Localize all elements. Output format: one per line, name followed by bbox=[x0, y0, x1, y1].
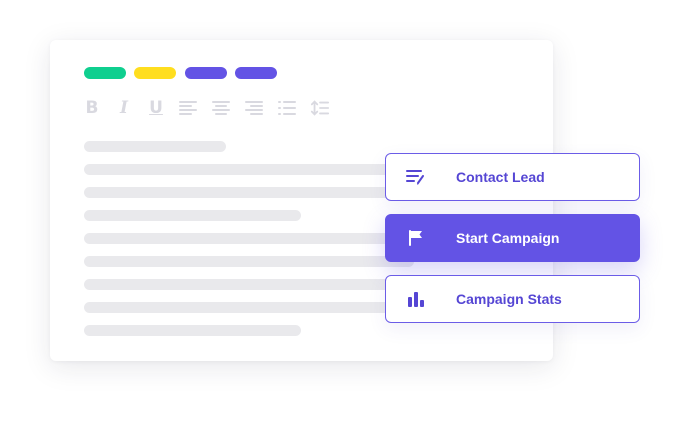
start-campaign-label: Start Campaign bbox=[456, 230, 560, 246]
contact-lead-label: Contact Lead bbox=[456, 169, 545, 185]
placeholder-line bbox=[84, 187, 414, 198]
line-height-icon[interactable] bbox=[310, 96, 330, 120]
align-center-icon[interactable] bbox=[211, 96, 231, 120]
placeholder-line bbox=[84, 256, 414, 267]
contact-lead-button[interactable]: Contact Lead bbox=[385, 153, 640, 201]
placeholder-line bbox=[84, 279, 414, 290]
underline-icon[interactable]: U bbox=[146, 96, 166, 120]
color-tag-yellow[interactable] bbox=[134, 67, 176, 79]
placeholder-line bbox=[84, 325, 301, 336]
bar-chart-icon bbox=[406, 289, 426, 309]
align-right-icon[interactable] bbox=[244, 96, 264, 120]
bold-icon[interactable]: B bbox=[82, 96, 102, 120]
align-left-icon[interactable] bbox=[178, 96, 198, 120]
placeholder-line bbox=[84, 233, 414, 244]
bulleted-list-icon[interactable] bbox=[277, 96, 297, 120]
placeholder-line bbox=[84, 141, 226, 152]
start-campaign-button[interactable]: Start Campaign bbox=[385, 214, 640, 262]
color-tag-purple-2[interactable] bbox=[235, 67, 277, 79]
placeholder-line bbox=[84, 302, 414, 313]
color-tag-purple[interactable] bbox=[185, 67, 227, 79]
placeholder-line bbox=[84, 164, 414, 175]
campaign-stats-label: Campaign Stats bbox=[456, 291, 562, 307]
placeholder-line bbox=[84, 210, 301, 221]
italic-icon[interactable]: I bbox=[114, 96, 134, 120]
bold-label: B bbox=[85, 98, 99, 118]
color-tag-green[interactable] bbox=[84, 67, 126, 79]
edit-list-icon bbox=[406, 167, 426, 187]
campaign-stats-button[interactable]: Campaign Stats bbox=[385, 275, 640, 323]
flag-icon bbox=[406, 228, 426, 248]
underline-label: U bbox=[149, 98, 163, 118]
italic-label: I bbox=[120, 98, 128, 118]
